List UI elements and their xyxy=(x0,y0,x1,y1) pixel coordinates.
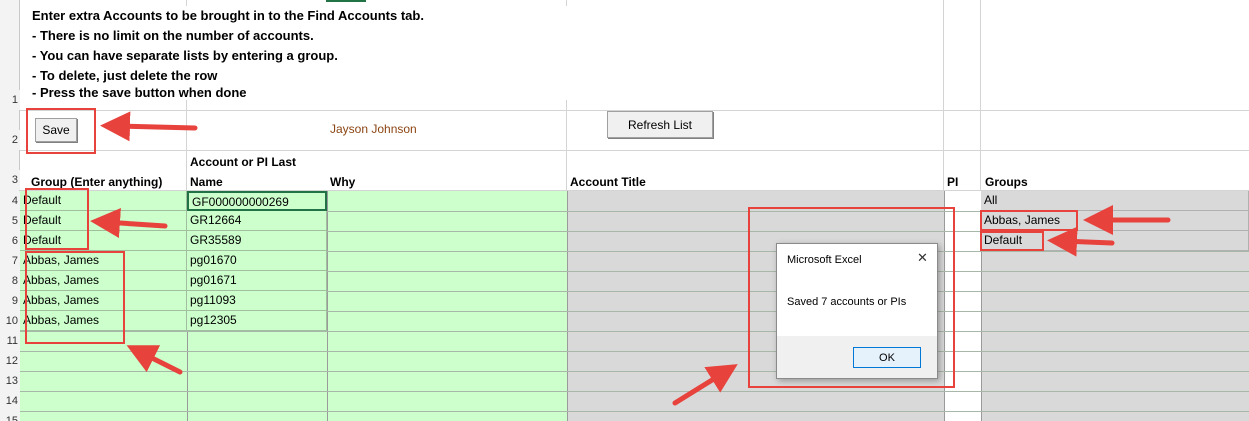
arrow-icon xyxy=(1047,226,1115,257)
arrow-icon xyxy=(90,208,168,238)
annotation-arrows xyxy=(90,111,1171,406)
arrow-icon xyxy=(672,364,738,406)
arrow-icon xyxy=(126,345,183,375)
arrow-icon xyxy=(100,111,198,142)
